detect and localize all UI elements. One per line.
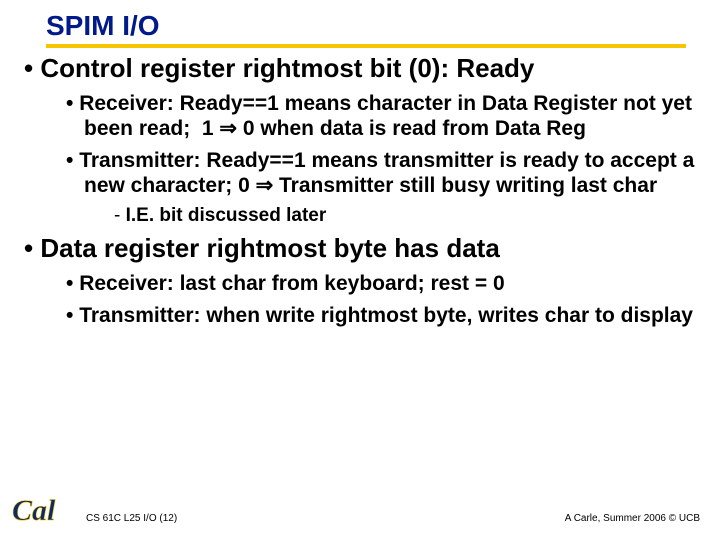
bullet-receiver-ready: Receiver: Ready==1 means character in Da… [66, 92, 696, 142]
svg-text:Cal: Cal [12, 494, 56, 527]
footer-left: CS 61C L25 I/O (12) [86, 513, 177, 524]
title-underline [46, 44, 686, 48]
bullet-ie-bit: I.E. bit discussed later [114, 205, 696, 228]
slide-title: SPIM I/O [46, 10, 696, 42]
footer-right: A Carle, Summer 2006 © UCB [565, 513, 700, 524]
bullet-data-register: Data register rightmost byte has data [24, 234, 696, 264]
bullet-transmitter-data: Transmitter: when write rightmost byte, … [66, 304, 696, 329]
bullet-transmitter-ready: Transmitter: Ready==1 means transmitter … [66, 149, 696, 199]
bullet-control-register: Control register rightmost bit (0): Read… [24, 54, 696, 84]
bullet-receiver-data: Receiver: last char from keyboard; rest … [66, 272, 696, 297]
cal-logo: Cal [10, 490, 70, 532]
